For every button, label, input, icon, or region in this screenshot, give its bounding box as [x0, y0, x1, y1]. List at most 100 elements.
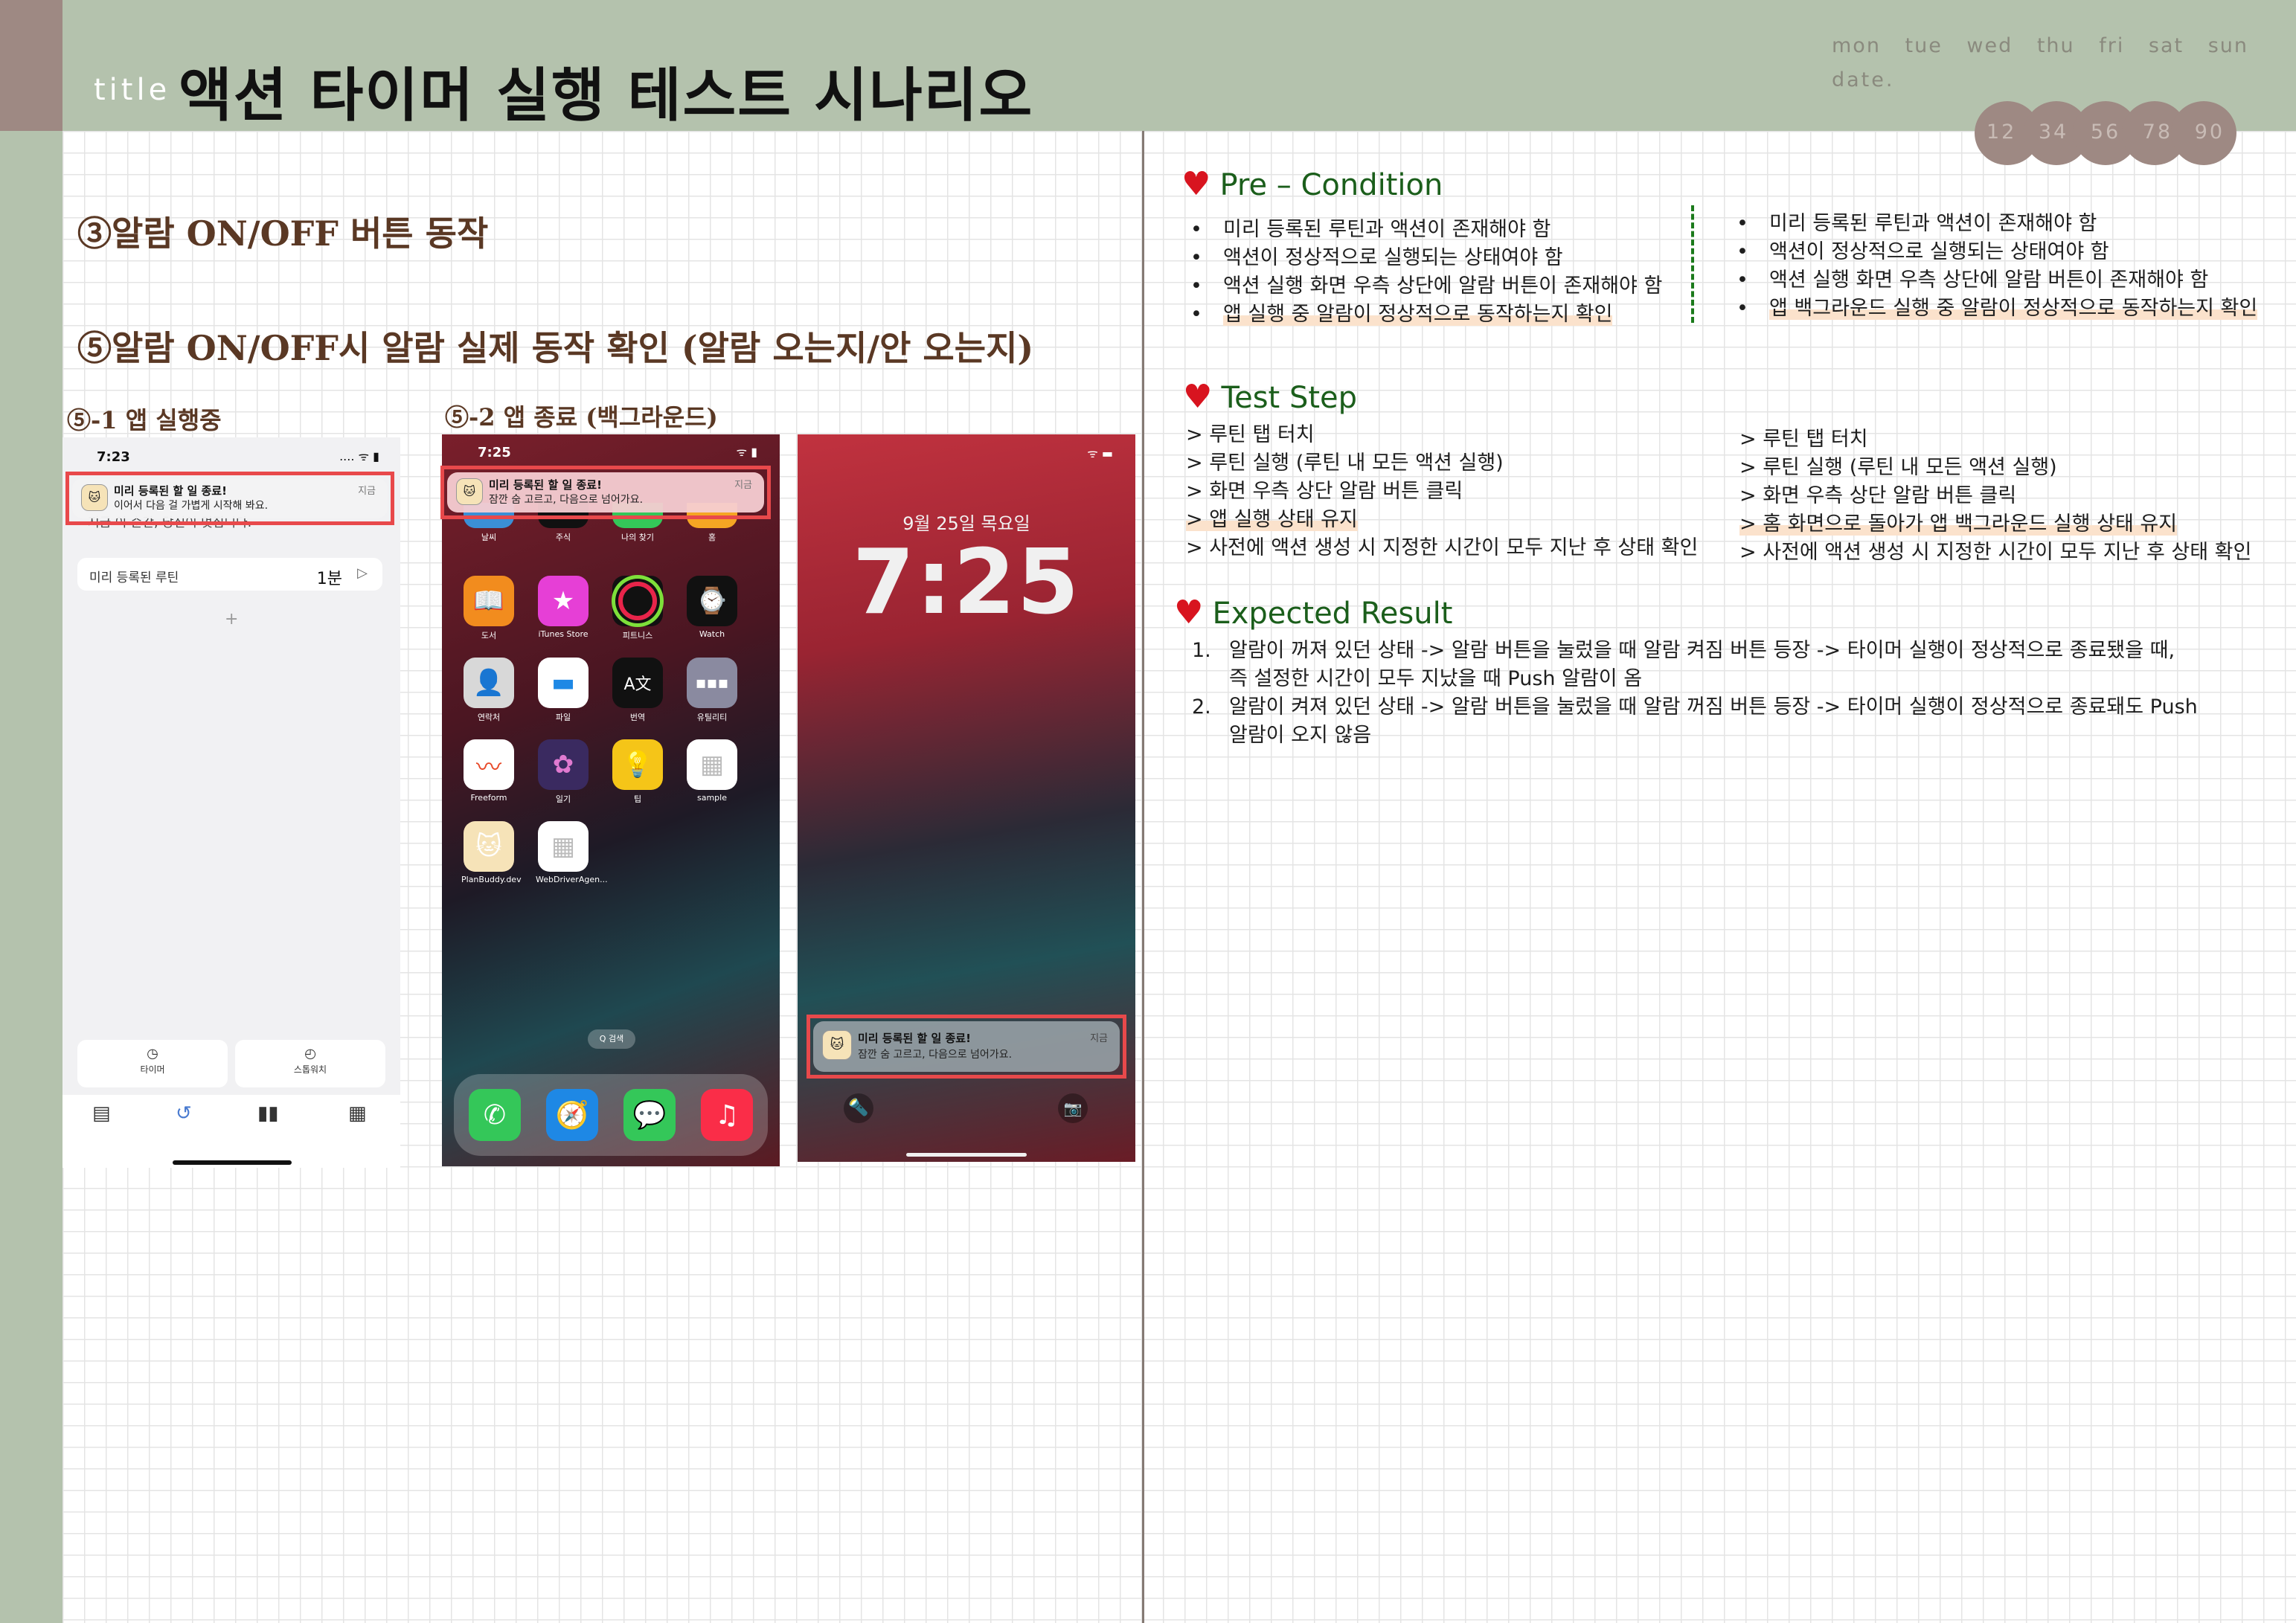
history-icon[interactable]: ↺: [176, 1102, 192, 1125]
list-item: 미리 등록된 루틴과 액션이 존재해야 함: [1184, 216, 1662, 244]
app-label: PlanBuddy.dev: [461, 875, 522, 884]
app-label: 나의 찾기: [621, 533, 654, 542]
app-planbuddy[interactable]: 🐱 PlanBuddy.dev: [461, 821, 522, 884]
notification-card: 🐱 미리 등록된 할 일 종료! 잠깐 숨 고르고, 다음으로 넘어가요. 지금: [813, 1021, 1120, 1072]
step-item: > 루틴 실행 (루틴 내 모든 액션 실행): [1739, 456, 2057, 479]
subheading-app-background: ⑤-2 앱 종료 (백그라운드): [445, 403, 718, 431]
planbuddy-icon: 🐱: [822, 1030, 852, 1060]
app-label: 파일: [555, 713, 571, 722]
app-label: 도서: [481, 631, 497, 640]
title-label: title: [94, 73, 171, 107]
routine-duration: 1분: [316, 570, 342, 588]
app-webdriveragent[interactable]: ▦ WebDriverAgen...: [536, 821, 608, 884]
app-label: Watch: [699, 629, 725, 639]
app-label: Freeform: [470, 793, 507, 803]
translate-icon: A文: [612, 658, 663, 708]
date-label: date.: [1832, 68, 1895, 91]
step-item: > 사전에 액션 생성 시 지정한 시간이 모두 지난 후 상태 확인: [1186, 536, 1699, 559]
camera-icon[interactable]: 📷: [1058, 1093, 1088, 1123]
notification-card: 🐱 미리 등록된 할 일 종료! 이어서 다음 걸 가볍게 시작해 봐요. 지금: [72, 478, 388, 518]
expected-result-title: ♥ Expected Result: [1174, 594, 1452, 631]
notification-time: 지금: [358, 486, 376, 497]
list-item: 액션이 정상적으로 실행되는 상태여야 함: [1184, 244, 1662, 272]
planbuddy-icon: 🐱: [464, 821, 514, 872]
highlighted-text: 앱 실행 중 알람이 정상적으로 동작하는지 확인: [1223, 303, 1613, 326]
app-sample[interactable]: ▦ sample: [684, 739, 740, 803]
timer-label: 타이머: [140, 1064, 165, 1075]
highlighted-text: > 앱 실행 상태 유지: [1186, 508, 1358, 531]
expected-result-label: Expected Result: [1212, 597, 1453, 631]
app-label: sample: [697, 793, 727, 803]
list-item: 액션이 정상적으로 실행되는 상태여야 함: [1731, 238, 2257, 266]
music-icon[interactable]: ♫: [701, 1089, 753, 1141]
heart-icon: ♥: [1174, 594, 1204, 631]
status-time: 7:23: [97, 449, 130, 465]
planbuddy-icon: 🐱: [81, 484, 108, 511]
stats-icon[interactable]: ▮▮: [257, 1102, 279, 1125]
app-journal[interactable]: ✿ 일기: [536, 739, 591, 805]
notification-time: 지금: [734, 480, 752, 491]
notification-time: 지금: [1090, 1033, 1108, 1044]
highlighted-text: 앱 백그라운드 실행 중 알람이 정상적으로 동작하는지 확인: [1769, 297, 2258, 320]
app-label: 홈: [708, 533, 716, 542]
freeform-icon: 〰: [464, 739, 514, 790]
dock: ✆ 🧭 💬 ♫: [454, 1074, 768, 1156]
app-contacts[interactable]: 👤 연락처: [461, 658, 516, 723]
notification-background[interactable]: 🐱 미리 등록된 할 일 종료! 잠깐 숨 고르고, 다음으로 넘어가요. 지금: [440, 466, 771, 519]
list-item: 앱 실행 중 알람이 정상적으로 동작하는지 확인: [1184, 301, 1662, 329]
result-item: 1. 알람이 꺼져 있던 상태 -> 알람 버튼을 눌렀을 때 알람 켜짐 버튼…: [1189, 637, 2198, 693]
tips-icon: 💡: [612, 739, 663, 790]
app-label: 유틸리티: [696, 713, 728, 722]
app-books[interactable]: 📖 도서: [461, 576, 516, 641]
app-label: 피트니스: [622, 631, 653, 640]
planbuddy-icon: 🐱: [456, 478, 483, 505]
app-label: 주식: [555, 533, 571, 542]
messages-icon[interactable]: 💬: [623, 1089, 676, 1141]
notes-icon[interactable]: ▦: [348, 1102, 367, 1125]
list-item: 앱 백그라운드 실행 중 알람이 정상적으로 동작하는지 확인: [1731, 295, 2258, 323]
safari-icon[interactable]: 🧭: [546, 1089, 598, 1141]
app-files[interactable]: ▬ 파일: [536, 658, 591, 723]
notification-foreground[interactable]: 🐱 미리 등록된 할 일 종료! 이어서 다음 걸 가볍게 시작해 봐요. 지금: [65, 472, 394, 525]
notification-lock-screen[interactable]: 🐱 미리 등록된 할 일 종료! 잠깐 숨 고르고, 다음으로 넘어가요. 지금: [807, 1015, 1126, 1079]
app-itunes-store[interactable]: ★ iTunes Store: [536, 576, 591, 639]
flashlight-icon[interactable]: 🔦: [844, 1093, 873, 1123]
heart-icon: ♥: [1181, 165, 1211, 203]
app-tips[interactable]: 💡 팁: [610, 739, 665, 805]
list-item: 액션 실행 화면 우측 상단에 알람 버튼이 존재해야 함: [1184, 272, 1662, 301]
app-freeform[interactable]: 〰 Freeform: [461, 739, 516, 803]
notification-card: 🐱 미리 등록된 할 일 종료! 잠깐 숨 고르고, 다음으로 넘어가요. 지금: [447, 472, 764, 512]
list-item: 액션 실행 화면 우측 상단에 알람 버튼이 존재해야 함: [1731, 266, 2257, 295]
routine-card[interactable]: 미리 등록된 루틴 1분 ▷: [77, 558, 382, 591]
page-title: 액션 타이머 실행 테스트 시나리오: [179, 62, 1034, 129]
notification-title: 미리 등록된 할 일 종료!: [858, 1032, 971, 1045]
result-line: 알람이 꺼져 있던 상태 -> 알람 버튼을 눌렀을 때 알람 켜짐 버튼 등장…: [1229, 639, 2175, 662]
notification-title: 미리 등록된 할 일 종료!: [489, 478, 602, 492]
pre-condition-title: ♥ Pre – Condition: [1181, 165, 1443, 203]
play-icon[interactable]: ▷: [357, 565, 368, 581]
app-fitness[interactable]: 피트니스: [610, 576, 665, 641]
result-item: 2. 알람이 켜져 있던 상태 -> 알람 버튼을 눌렀을 때 알람 꺼짐 버튼…: [1189, 693, 2198, 750]
step-item: > 루틴 실행 (루틴 내 모든 액션 실행): [1186, 451, 1504, 475]
routine-label: 미리 등록된 루틴: [89, 571, 179, 585]
calendar-icon[interactable]: ▤: [92, 1102, 111, 1125]
books-icon: 📖: [464, 576, 514, 626]
step-item: > 사전에 액션 생성 시 지정한 시간이 모두 지난 후 상태 확인: [1739, 541, 2252, 564]
step-item: > 화면 우측 상단 알람 버튼 클릭: [1186, 480, 1463, 503]
app-label: 일기: [555, 794, 571, 804]
itunes-store-icon: ★: [538, 576, 589, 626]
spotlight-search-pill[interactable]: Q 검색: [588, 1029, 635, 1049]
journal-icon: ✿: [538, 739, 589, 790]
app-translate[interactable]: A文 번역: [610, 658, 665, 723]
fitness-icon: [612, 576, 663, 626]
phone-icon[interactable]: ✆: [469, 1089, 521, 1141]
tab-bar: ▤ ↺ ▮▮ ▦: [62, 1095, 400, 1168]
app-watch[interactable]: ⌚ Watch: [684, 576, 740, 639]
stopwatch-button[interactable]: ◴ 스톱워치: [235, 1040, 385, 1087]
test-step-title: ♥ Test Step: [1183, 378, 1357, 416]
pre-condition-col2: 미리 등록된 루틴과 액션이 존재해야 함 액션이 정상적으로 실행되는 상태여…: [1731, 210, 2258, 323]
app-utilities[interactable]: ▪▪▪ 유틸리티: [684, 658, 740, 723]
timer-button[interactable]: ◷ 타이머: [77, 1040, 228, 1087]
add-routine-button[interactable]: +: [225, 610, 238, 629]
weekday-labels: mon tue wed thu fri sat sun: [1832, 34, 2248, 57]
